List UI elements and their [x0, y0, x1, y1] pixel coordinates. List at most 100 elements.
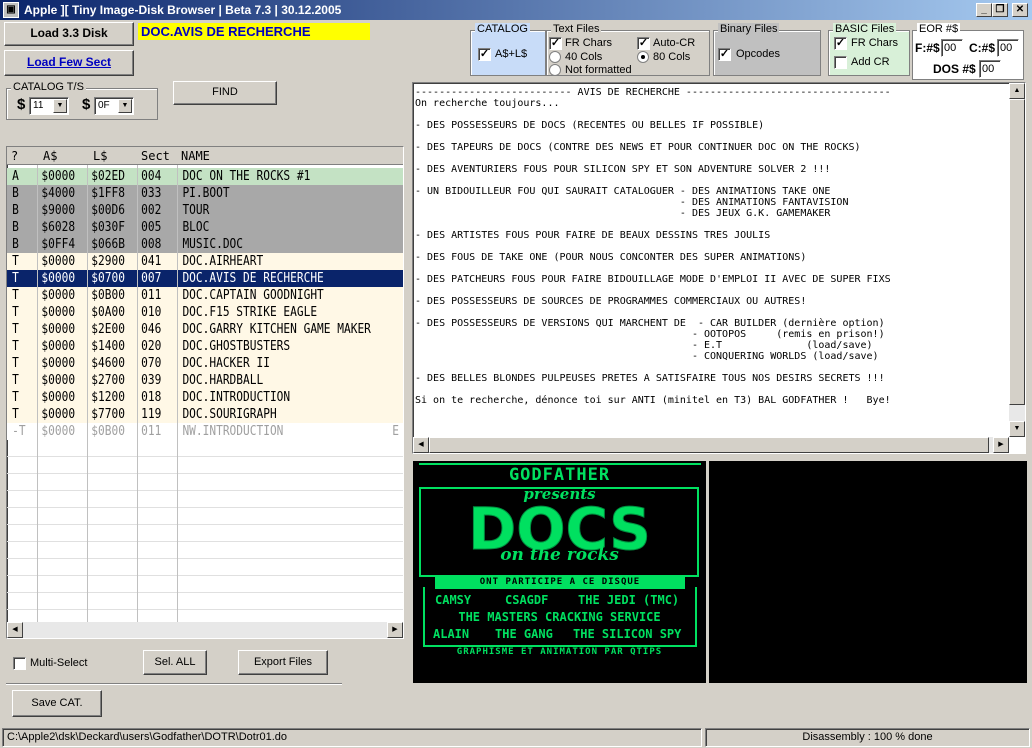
text-fr-chars-checkbox[interactable]: ✓ [549, 37, 562, 50]
load-few-sect-button[interactable]: Load Few Sect [4, 50, 134, 76]
text-line: - DES PATCHEURS FOUS POUR FAIRE BIDOUILL… [415, 274, 891, 285]
table-row[interactable]: T $0000 $2700 039 DOC.HARDBALL [7, 372, 403, 389]
chevron-down-icon[interactable]: ▼ [53, 99, 67, 113]
multi-select-checkbox[interactable] [13, 657, 26, 670]
row-length: $2E00 [91, 322, 125, 337]
track-select[interactable]: 11 ▼ [29, 97, 69, 115]
scroll-thumb[interactable] [429, 437, 989, 453]
catalog-hscrollbar[interactable]: ◀ ▶ [7, 622, 403, 638]
table-row[interactable]: T $0000 $0B00 011 DOC.CAPTAIN GOODNIGHT [7, 287, 403, 304]
row-sectors: 002 [141, 203, 162, 218]
row-sectors: 004 [141, 169, 162, 184]
table-row[interactable]: T $0000 $7700 119 DOC.SOURIGRAPH [7, 406, 403, 423]
catalog-checkbox[interactable]: ✓ [478, 48, 491, 61]
cols40-radio[interactable] [549, 51, 561, 63]
catalog-table[interactable]: ? A$ L$ Sect NAME A $0000 $02ED 004 DOC ON T… [6, 146, 404, 639]
row-name: BLOC [182, 220, 210, 235]
basic-fr-chars-label: FR Chars [851, 37, 899, 49]
table-row[interactable]: A $0000 $02ED 004 DOC ON THE ROCKS #1 [7, 168, 403, 185]
scroll-down-icon[interactable]: ▼ [1009, 421, 1025, 437]
text-content: -------------------------- AVIS DE RECHE… [415, 87, 1009, 437]
col-length-header[interactable]: L$ [93, 149, 107, 163]
row-length: $02ED [91, 169, 125, 184]
credit-gang: THE GANG [495, 627, 553, 641]
row-name: TOUR [182, 203, 210, 218]
eor-c-input[interactable]: 00 [997, 39, 1019, 57]
col-address-header[interactable]: A$ [43, 149, 57, 163]
col-sectors-header[interactable]: Sect [141, 149, 170, 163]
dos-input[interactable]: 00 [979, 60, 1001, 78]
scroll-left-icon[interactable]: ◀ [7, 622, 23, 638]
find-button[interactable]: FIND [173, 81, 277, 105]
table-row[interactable]: T $0000 $2E00 046 DOC.GARRY KITCHEN GAME MAK… [7, 321, 403, 338]
basic-fr-chars-checkbox[interactable]: ✓ [834, 37, 847, 50]
restore-button[interactable]: ❐ [992, 3, 1008, 17]
row-type: -T [12, 424, 26, 439]
scroll-left-icon[interactable]: ◀ [413, 437, 429, 453]
select-all-button[interactable]: Sel. ALL [143, 650, 207, 675]
text-line: - OOTOPOS (remis en prison!) [415, 329, 885, 340]
basic-files-group: BASIC Files ✓ FR Chars Add CR [828, 23, 910, 76]
minimize-button[interactable]: _ [976, 3, 992, 17]
col-type-header[interactable]: ? [11, 149, 18, 163]
text-line [415, 219, 1009, 230]
row-sectors: 018 [141, 390, 162, 405]
credit-jedi: THE JEDI (TMC) [578, 593, 680, 607]
opcodes-checkbox[interactable]: ✓ [718, 48, 731, 61]
row-name: DOC.INTRODUCTION [182, 390, 291, 405]
col-name-header[interactable]: NAME [181, 149, 210, 163]
table-row[interactable]: T $0000 $1200 018 DOC.INTRODUCTION [7, 389, 403, 406]
table-row[interactable]: T $0000 $0A00 010 DOC.F15 STRIKE EAGLE [7, 304, 403, 321]
chevron-down-icon[interactable]: ▼ [118, 99, 132, 113]
add-cr-checkbox[interactable] [834, 56, 847, 69]
table-row[interactable]: T $0000 $4600 070 DOC.HACKER II [7, 355, 403, 372]
grid-line [7, 592, 403, 593]
table-row[interactable]: T $0000 $2900 041 DOC.AIRHEART [7, 253, 403, 270]
row-length: $066B [91, 237, 125, 252]
row-sectors: 005 [141, 220, 162, 235]
load-disk-button[interactable]: Load 3.3 Disk [4, 22, 134, 46]
grid-line [7, 507, 403, 508]
text-line [415, 285, 1009, 296]
row-sectors: 007 [141, 271, 162, 286]
window-title: Apple ][ Tiny Image-Disk Browser | Beta … [24, 3, 342, 17]
table-row[interactable]: B $4000 $1FF8 033 PI.BOOT [7, 185, 403, 202]
table-row[interactable]: B $9000 $00D6 002 TOUR [7, 202, 403, 219]
grid-line [7, 473, 403, 474]
credit-csagdf: CSAGDF [505, 593, 549, 607]
scroll-thumb[interactable] [1009, 99, 1025, 405]
sector-select[interactable]: 0F ▼ [94, 97, 134, 115]
row-name: DOC.AVIS DE RECHERCHE [182, 271, 324, 286]
close-button[interactable]: ✕ [1012, 3, 1028, 17]
eor-f-input[interactable]: 00 [941, 39, 963, 57]
scroll-up-icon[interactable]: ▲ [1009, 83, 1025, 99]
table-row[interactable]: T $0000 $1400 020 DOC.GHOSTBUSTERS [7, 338, 403, 355]
row-type: B [12, 220, 19, 235]
row-type: T [12, 322, 19, 337]
credit-camsy: CAMSY [435, 593, 472, 607]
text-hscrollbar[interactable]: ◀ ▶ [413, 437, 1009, 453]
auto-cr-checkbox[interactable]: ✓ [637, 37, 650, 50]
credit-alain: ALAIN [433, 627, 470, 641]
text-line: - DES POSSESSEURS DE VERSIONS QUI MARCHE… [415, 318, 885, 329]
table-row[interactable]: T $0000 $0700 007 DOC.AVIS DE RECHERCHE [7, 270, 403, 287]
table-row[interactable]: -T $0000 $0B00 011 NW.INTRODUCTION E [7, 423, 403, 440]
graphic-subtitle: on the rocks [500, 545, 619, 565]
dos-label: DOS #$ [933, 62, 976, 76]
row-address: $0000 [41, 288, 76, 303]
table-row[interactable]: B $6028 $030F 005 BLOC [7, 219, 403, 236]
table-row[interactable]: B $0FF4 $066B 008 MUSIC.DOC [7, 236, 403, 253]
cols80-radio[interactable] [637, 51, 649, 63]
row-address: $0000 [41, 356, 76, 371]
scroll-right-icon[interactable]: ▶ [993, 437, 1009, 453]
text-viewer[interactable]: -------------------------- AVIS DE RECHE… [412, 82, 1026, 454]
not-formatted-radio[interactable] [549, 64, 561, 76]
export-files-button[interactable]: Export Files [238, 650, 328, 675]
scroll-right-icon[interactable]: ▶ [387, 622, 403, 638]
row-type: T [12, 356, 19, 371]
graphic-preview: GODFATHER presents DOCS on the rocks ONT… [413, 461, 706, 683]
text-vscrollbar[interactable]: ▲ ▼ [1009, 83, 1025, 437]
save-catalog-button[interactable]: Save CAT. [12, 690, 102, 717]
text-line [415, 307, 1009, 318]
text-line: - CONQUERING WORLDS (load/save) [415, 351, 879, 362]
